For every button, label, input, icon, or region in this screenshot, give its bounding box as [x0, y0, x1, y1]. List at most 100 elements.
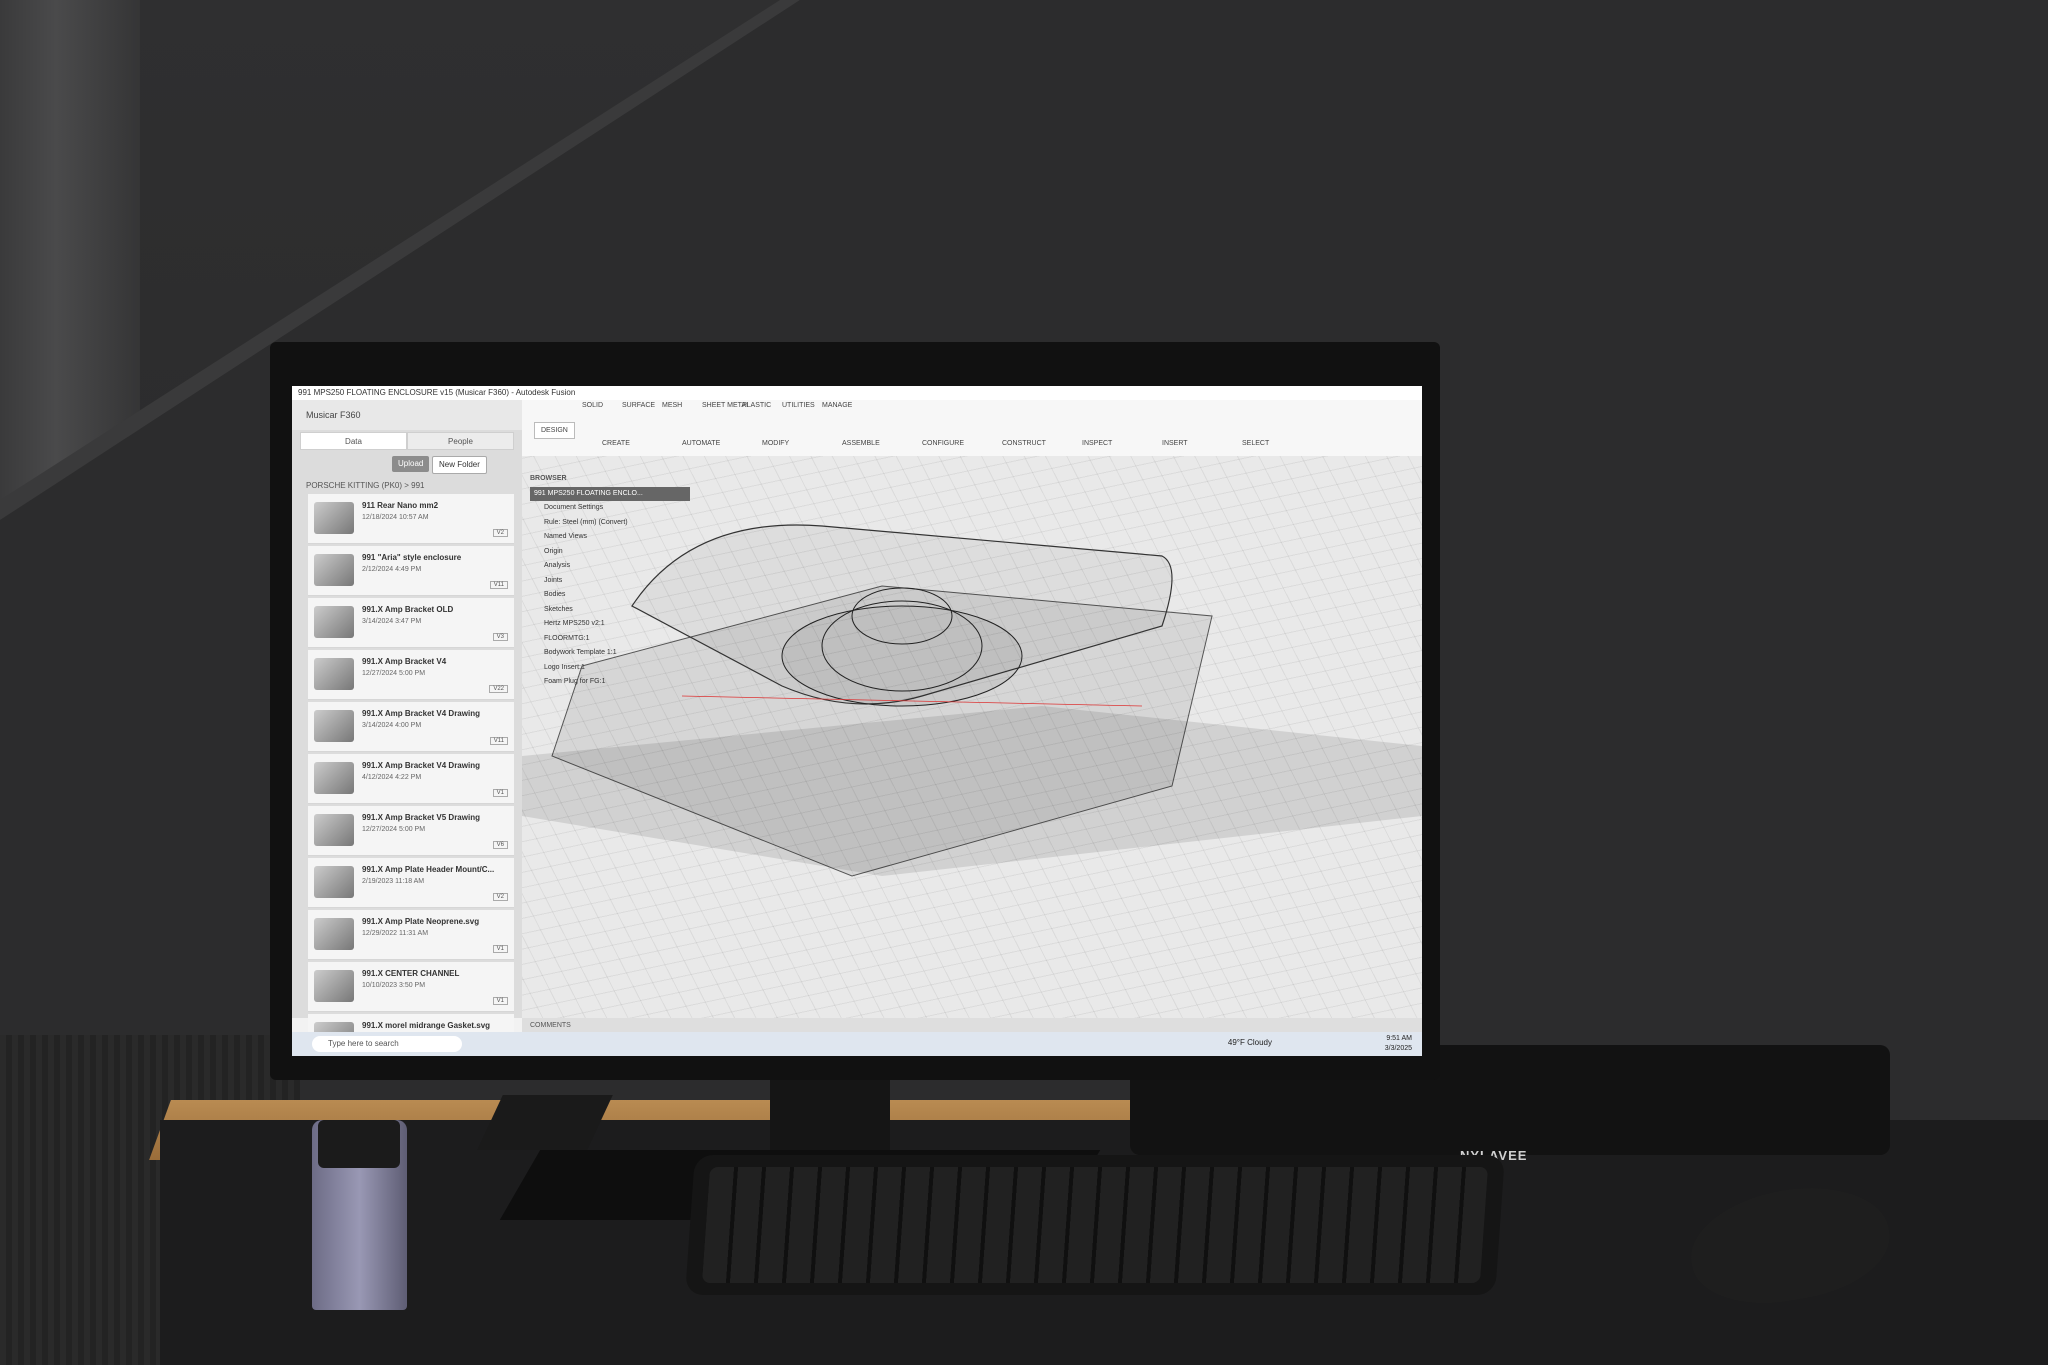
file-date: 2/19/2023 11:18 AM: [362, 878, 425, 885]
file-item[interactable]: 991.X Amp Bracket V4 Drawing 4/12/2024 4:…: [308, 754, 514, 804]
ribbon-tab[interactable]: UTILITIES: [782, 402, 815, 409]
file-thumbnail: [314, 814, 354, 846]
file-date: 4/12/2024 4:22 PM: [362, 774, 422, 781]
file-version-badge[interactable]: V11: [489, 581, 508, 589]
file-version-badge[interactable]: V2: [492, 529, 508, 537]
monitor-screen: 991 MPS250 FLOATING ENCLOSURE v15 (Music…: [292, 386, 1422, 1056]
bottle-cap: [318, 1120, 400, 1168]
data-panel-actions: Upload New Folder: [292, 452, 522, 478]
file-date: 3/14/2024 3:47 PM: [362, 618, 422, 625]
windows-taskbar: Type here to search 49°F Cloudy 9:51 AM …: [292, 1032, 1422, 1056]
ribbon-group[interactable]: CONSTRUCT: [1002, 440, 1046, 447]
browser-items: Document Settings Rule: Steel (mm) (Conve…: [530, 501, 690, 685]
browser-node[interactable]: Named Views: [530, 530, 690, 545]
file-thumbnail: [314, 762, 354, 794]
ribbon-tab[interactable]: MANAGE: [822, 402, 852, 409]
browser-node[interactable]: Foam Plug for FG:1: [530, 675, 690, 690]
ribbon-group[interactable]: INSPECT: [1082, 440, 1112, 447]
keyboard: [685, 1155, 1505, 1295]
browser-node[interactable]: Document Settings: [530, 501, 690, 516]
file-date: 12/29/2022 11:31 AM: [362, 930, 429, 937]
file-version-badge[interactable]: V1: [492, 789, 508, 797]
ribbon-group[interactable]: INSERT: [1162, 440, 1188, 447]
upload-button[interactable]: Upload: [392, 456, 430, 472]
file-item[interactable]: 991.X Amp Plate Header Mount/C... 2/19/20…: [308, 858, 514, 908]
browser-title: BROWSER: [530, 475, 567, 482]
ribbon-tab[interactable]: SURFACE: [622, 402, 655, 409]
file-date: 12/27/2024 5:00 PM: [362, 670, 426, 677]
file-name: 991.X morel midrange Gasket.svg: [362, 1021, 491, 1030]
browser-node[interactable]: Joints: [530, 574, 690, 589]
ribbon-group[interactable]: SELECT: [1242, 440, 1269, 447]
file-name: 991.X Amp Bracket V4 Drawing: [362, 761, 480, 770]
file-thumbnail: [314, 606, 354, 638]
comments-label: COMMENTS: [530, 1022, 571, 1029]
browser-node[interactable]: Bodywork Template 1:1: [530, 646, 690, 661]
file-thumbnail: [314, 502, 354, 534]
file-name: 991.X Amp Bracket V4: [362, 657, 447, 666]
file-version-badge[interactable]: V1: [492, 945, 508, 953]
file-thumbnail: [314, 970, 354, 1002]
file-item[interactable]: 991.X Amp Plate Neoprene.svg 12/29/2022 1…: [308, 910, 514, 960]
file-thumbnail: [314, 866, 354, 898]
file-name: 991.X Amp Bracket V4 Drawing: [362, 709, 480, 718]
file-version-badge[interactable]: V6: [492, 841, 508, 849]
taskbar-search[interactable]: Type here to search: [312, 1036, 462, 1052]
file-name: 991.X Amp Plate Header Mount/C...: [362, 865, 495, 874]
file-thumbnail: [314, 918, 354, 950]
file-item[interactable]: 991.X Amp Bracket V5 Drawing 12/27/2024 5…: [308, 806, 514, 856]
file-date: 10/10/2023 3:50 PM: [362, 982, 426, 989]
file-name: 911 Rear Nano mm2: [362, 501, 439, 510]
ribbon-group[interactable]: MODIFY: [762, 440, 789, 447]
team-selector[interactable]: Musicar F360: [292, 400, 522, 430]
file-name: 991.X Amp Plate Neoprene.svg: [362, 917, 480, 926]
file-list: 911 Rear Nano mm2 12/18/2024 10:57 AM V2 99…: [292, 494, 522, 1056]
ribbon-tab[interactable]: MESH: [662, 402, 682, 409]
file-date: 3/14/2024 4:00 PM: [362, 722, 422, 729]
file-item[interactable]: 991.X Amp Bracket V4 12/27/2024 5:00 PM V2…: [308, 650, 514, 700]
tab-people[interactable]: People: [407, 432, 514, 450]
file-version-badge[interactable]: V3: [492, 633, 508, 641]
browser-node[interactable]: Rule: Steel (mm) (Convert): [530, 516, 690, 531]
file-item[interactable]: 991.X CENTER CHANNEL 10/10/2023 3:50 PM V1: [308, 962, 514, 1012]
file-name: 991.X CENTER CHANNEL: [362, 969, 460, 978]
browser-root[interactable]: 991 MPS250 FLOATING ENCLO...: [530, 486, 690, 501]
data-panel-tabs: Data People: [300, 432, 514, 450]
browser-node[interactable]: Analysis: [530, 559, 690, 574]
browser-node[interactable]: Hertz MPS250 v2:1: [530, 617, 690, 632]
weather-widget[interactable]: 49°F Cloudy: [1228, 1038, 1272, 1047]
file-item[interactable]: 991.X Amp Bracket OLD 3/14/2024 3:47 PM V3: [308, 598, 514, 648]
file-version-badge[interactable]: V22: [489, 685, 508, 693]
ribbon-toolbar: DESIGN SOLID SURFACE MESH SHEET METAL PLASTI…: [522, 400, 1422, 457]
file-version-badge[interactable]: V11: [489, 737, 508, 745]
ribbon-group[interactable]: CONFIGURE: [922, 440, 964, 447]
breadcrumb[interactable]: PORSCHE KITTING (PK0) > 991: [292, 478, 522, 494]
file-name: 991.X Amp Bracket OLD: [362, 605, 454, 614]
file-version-badge[interactable]: V2: [492, 893, 508, 901]
file-name: 991 "Aria" style enclosure: [362, 553, 462, 562]
file-item[interactable]: 991.X Amp Bracket V4 Drawing 3/14/2024 4:…: [308, 702, 514, 752]
workspace-switcher[interactable]: DESIGN: [534, 422, 575, 439]
browser-node[interactable]: Logo Insert:1: [530, 661, 690, 676]
browser-node[interactable]: FLOORMTG:1: [530, 632, 690, 647]
ribbon-group[interactable]: AUTOMATE: [682, 440, 720, 447]
ribbon-tab[interactable]: PLASTIC: [742, 402, 771, 409]
file-item[interactable]: 991 "Aria" style enclosure 2/12/2024 4:49…: [308, 546, 514, 596]
clock-date: 3/3/2025: [1384, 1045, 1412, 1052]
file-version-badge[interactable]: V1: [492, 997, 508, 1005]
tab-data[interactable]: Data: [300, 432, 407, 450]
ribbon-group[interactable]: ASSEMBLE: [842, 440, 880, 447]
new-folder-button[interactable]: New Folder: [432, 456, 487, 474]
file-thumbnail: [314, 658, 354, 690]
file-item[interactable]: 911 Rear Nano mm2 12/18/2024 10:57 AM V2: [308, 494, 514, 544]
browser-node[interactable]: Sketches: [530, 603, 690, 618]
browser-node[interactable]: Origin: [530, 545, 690, 560]
ribbon-tab[interactable]: SOLID: [582, 402, 603, 409]
ribbon-group[interactable]: CREATE: [602, 440, 630, 447]
browser-node[interactable]: Bodies: [530, 588, 690, 603]
file-name: 991.X Amp Bracket V5 Drawing: [362, 813, 480, 822]
clock[interactable]: 9:51 AM 3/3/2025: [1385, 1034, 1412, 1054]
file-thumbnail: [314, 710, 354, 742]
file-date: 12/27/2024 5:00 PM: [362, 826, 426, 833]
data-panel: Musicar F360 Data People Upload New Fold…: [292, 400, 522, 1056]
